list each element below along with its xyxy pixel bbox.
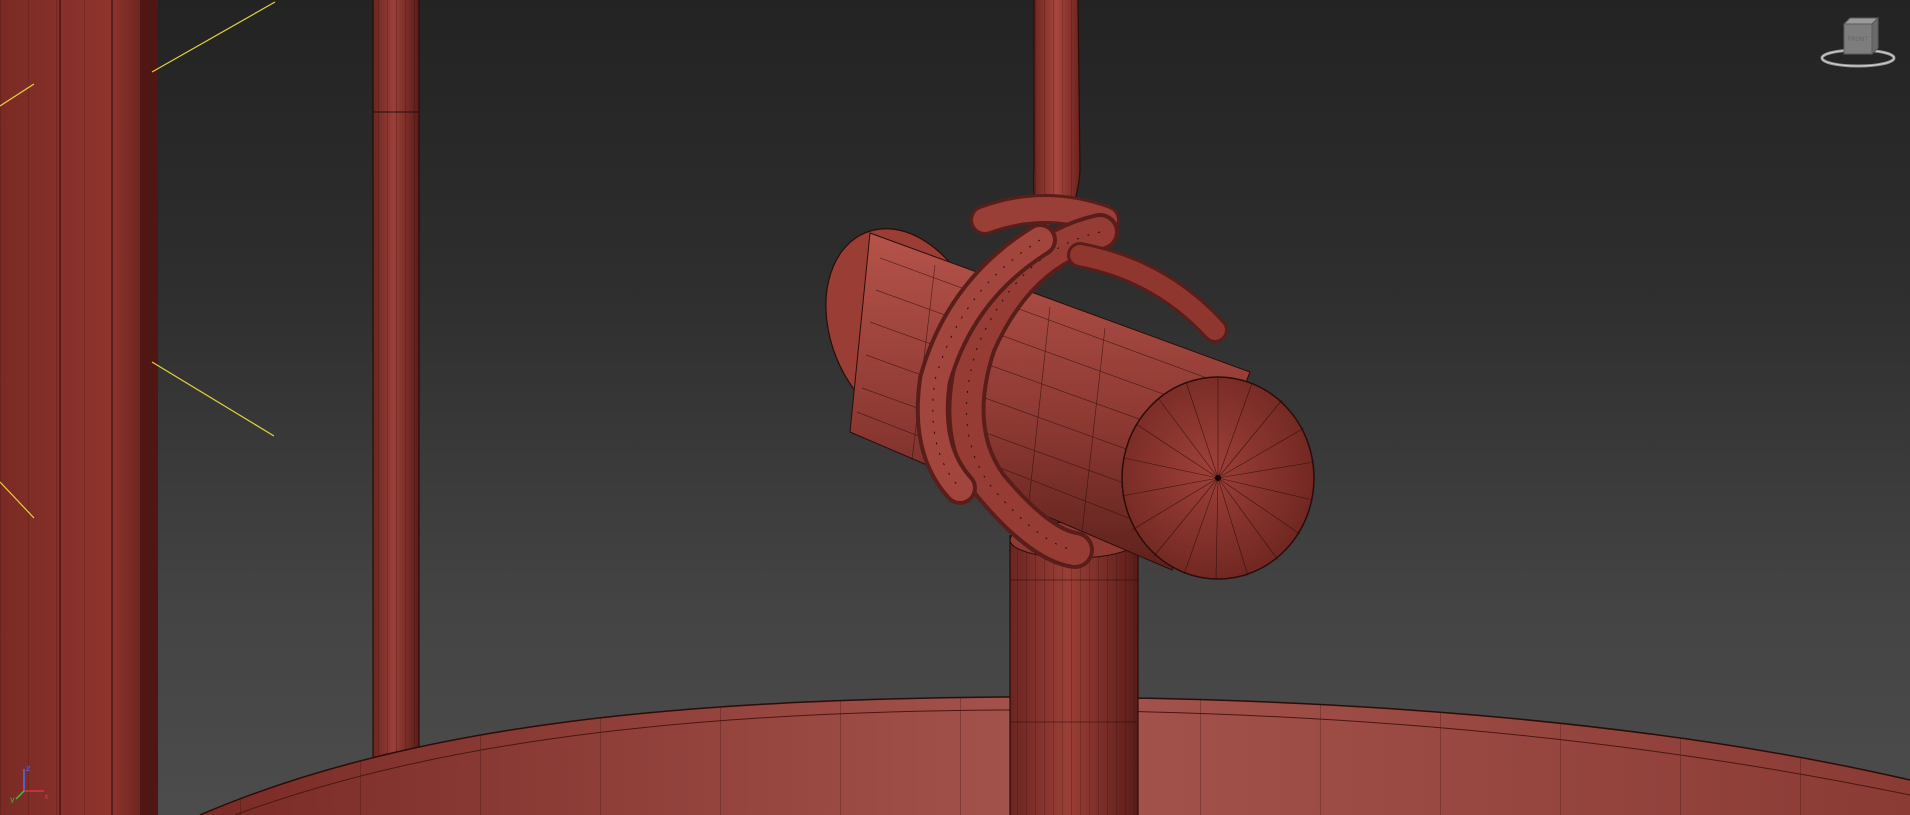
left-post[interactable] [0, 0, 158, 815]
scene-render[interactable] [0, 0, 1910, 815]
thin-rope-left[interactable] [372, 0, 420, 815]
crank-end-cap [1121, 376, 1315, 580]
hanging-rope-upper[interactable] [1033, 0, 1081, 227]
viewcube-face-label: FRONT [1848, 36, 1869, 43]
axis-z-label: z [26, 764, 30, 773]
axis-y-label: y [10, 795, 15, 803]
3d-viewport[interactable]: FRONT z x y [0, 0, 1910, 815]
viewcube-icon[interactable]: FRONT [1818, 14, 1898, 70]
axis-tripod-icon: z x y [10, 764, 49, 803]
axis-x-label: x [44, 792, 49, 801]
